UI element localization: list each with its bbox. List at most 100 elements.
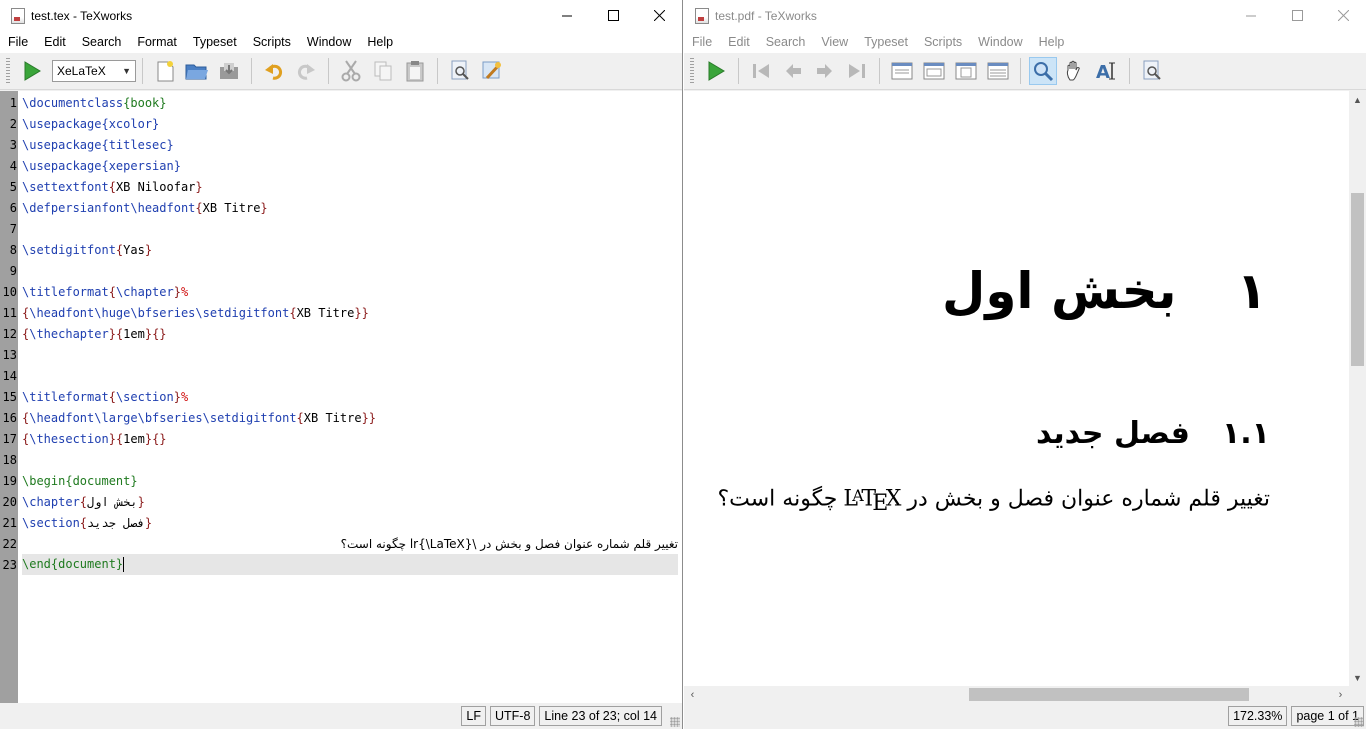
code-line[interactable]: 17 {\thesection}{1em}{} xyxy=(0,428,682,449)
code-line[interactable]: 19 \begin{document} xyxy=(0,470,682,491)
menu-help[interactable]: Help xyxy=(1031,31,1073,53)
fit-window-icon[interactable] xyxy=(952,57,980,85)
menu-window[interactable]: Window xyxy=(299,31,359,53)
pdf-viewer[interactable]: ۱ بخش اول ۱.۱ فصل جدید تغییر قلم شماره عنو… xyxy=(684,91,1366,703)
open-file-button[interactable] xyxy=(183,57,211,85)
menu-search[interactable]: Search xyxy=(74,31,130,53)
code-line[interactable]: 8 \setdigitfont{Yas} xyxy=(0,239,682,260)
vertical-scrollbar[interactable]: ▲ ▼ xyxy=(1349,91,1366,686)
chapter-number: ۱ xyxy=(1236,262,1267,320)
previous-page-icon[interactable] xyxy=(779,57,807,85)
code-line[interactable]: 6 \defpersianfont\headfont{XB Titre} xyxy=(0,197,682,218)
paste-button[interactable] xyxy=(401,57,429,85)
editor-toolbar: XeLaTeX ▼ xyxy=(0,53,682,90)
code-line[interactable]: 4 \usepackage{xepersian} xyxy=(0,155,682,176)
menu-scripts[interactable]: Scripts xyxy=(245,31,299,53)
code-line[interactable]: 22 تغییر قلم شماره عنوان فصل و بخش در \lr… xyxy=(0,533,682,554)
code-line[interactable]: 9 xyxy=(0,260,682,281)
cut-button[interactable] xyxy=(337,57,365,85)
magnify-tool-icon[interactable] xyxy=(1029,57,1057,85)
typeset-button[interactable] xyxy=(702,57,730,85)
code-line[interactable]: 20 \chapter{بخش اول} xyxy=(0,491,682,512)
body-text-after: چگونه است؟ xyxy=(717,486,838,512)
menu-typeset[interactable]: Typeset xyxy=(185,31,245,53)
menu-scripts[interactable]: Scripts xyxy=(916,31,970,53)
menu-edit[interactable]: Edit xyxy=(36,31,74,53)
code-text: {\thesection}{1em}{} xyxy=(22,431,167,446)
source-editor[interactable]: 1 \documentclass{book} 2 \usepackage{xcolo… xyxy=(0,91,682,703)
undo-button[interactable] xyxy=(260,57,288,85)
copy-button[interactable] xyxy=(369,57,397,85)
fit-width-icon[interactable] xyxy=(920,57,948,85)
minimize-button[interactable] xyxy=(1228,0,1274,31)
find-button[interactable] xyxy=(446,57,474,85)
resize-grip[interactable] xyxy=(670,717,680,727)
typeset-button[interactable] xyxy=(18,57,46,85)
code-line[interactable]: 13 xyxy=(0,344,682,365)
menu-edit[interactable]: Edit xyxy=(720,31,758,53)
close-button[interactable] xyxy=(1320,0,1366,31)
typeset-engine-select[interactable]: XeLaTeX ▼ xyxy=(52,60,136,82)
last-page-icon[interactable] xyxy=(843,57,871,85)
toolbar-separator xyxy=(251,58,252,84)
select-text-icon[interactable]: A xyxy=(1093,57,1121,85)
scroll-left-icon[interactable]: ‹ xyxy=(684,686,701,703)
code-line[interactable]: 2 \usepackage{xcolor} xyxy=(0,113,682,134)
code-text: \begin{document} xyxy=(22,473,138,488)
scroll-right-icon[interactable]: › xyxy=(1332,686,1349,703)
menu-view[interactable]: View xyxy=(813,31,856,53)
code-line[interactable]: 15 \titleformat{\section}% xyxy=(0,386,682,407)
maximize-button[interactable] xyxy=(590,0,636,31)
code-line[interactable]: 3 \usepackage{titlesec} xyxy=(0,134,682,155)
line-number: 18 xyxy=(2,452,17,467)
code-line[interactable]: 21 \section{فصل جدید} xyxy=(0,512,682,533)
chapter-title: بخش اول xyxy=(941,262,1177,320)
menu-typeset[interactable]: Typeset xyxy=(856,31,916,53)
save-button[interactable] xyxy=(215,57,243,85)
find-button[interactable] xyxy=(1138,57,1166,85)
encoding-indicator[interactable]: UTF-8 xyxy=(489,706,536,726)
horizontal-scrollbar[interactable]: ‹ › xyxy=(684,686,1349,703)
horizontal-scroll-thumb[interactable] xyxy=(969,688,1249,701)
code-line[interactable]: 7 xyxy=(0,218,682,239)
new-file-button[interactable] xyxy=(151,57,179,85)
preferences-button[interactable] xyxy=(478,57,506,85)
vertical-scroll-thumb[interactable] xyxy=(1351,193,1364,366)
scroll-up-icon[interactable]: ▲ xyxy=(1349,91,1366,108)
code-line[interactable]: 1 \documentclass{book} xyxy=(0,92,682,113)
scroll-down-icon[interactable]: ▼ xyxy=(1349,669,1366,686)
menu-window[interactable]: Window xyxy=(970,31,1030,53)
close-button[interactable] xyxy=(636,0,682,31)
code-line-current[interactable]: 23 \end{document} xyxy=(0,554,682,575)
code-line[interactable]: 16 {\headfont\large\bfseries\setdigitfont… xyxy=(0,407,682,428)
first-page-icon[interactable] xyxy=(747,57,775,85)
code-line[interactable]: 11 {\headfont\huge\bfseries\setdigitfont{… xyxy=(0,302,682,323)
line-number: 16 xyxy=(2,410,17,425)
code-line[interactable]: 14 xyxy=(0,365,682,386)
menu-format[interactable]: Format xyxy=(129,31,185,53)
code-line[interactable]: 12 {\thechapter}{1em}{} xyxy=(0,323,682,344)
minimize-button[interactable] xyxy=(544,0,590,31)
code-line[interactable]: 5 \settextfont{XB Niloofar} xyxy=(0,176,682,197)
redo-button[interactable] xyxy=(292,57,320,85)
menu-search[interactable]: Search xyxy=(758,31,814,53)
code-line[interactable]: 18 xyxy=(0,449,682,470)
fit-content-icon[interactable] xyxy=(984,57,1012,85)
zoom-level[interactable]: 172.33% xyxy=(1228,706,1288,726)
cursor-position[interactable]: Line 23 of 23; col 14 xyxy=(539,706,662,726)
pdf-window: test.pdf - TeXworks File Edit Search Vie… xyxy=(684,0,1366,729)
next-page-icon[interactable] xyxy=(811,57,839,85)
menu-file[interactable]: File xyxy=(684,31,720,53)
line-ending-indicator[interactable]: LF xyxy=(461,706,486,726)
resize-grip[interactable] xyxy=(1354,717,1364,727)
menu-help[interactable]: Help xyxy=(359,31,401,53)
pdf-toolbar: A xyxy=(684,53,1366,90)
toolbar-grip[interactable] xyxy=(6,58,10,84)
maximize-button[interactable] xyxy=(1274,0,1320,31)
code-line[interactable]: 10 \titleformat{\chapter}% xyxy=(0,281,682,302)
actual-size-icon[interactable] xyxy=(888,57,916,85)
scroll-hand-icon[interactable] xyxy=(1061,57,1089,85)
pdf-statusbar: 172.33% page 1 of 1 xyxy=(684,703,1366,729)
menu-file[interactable]: File xyxy=(0,31,36,53)
toolbar-grip[interactable] xyxy=(690,58,694,84)
